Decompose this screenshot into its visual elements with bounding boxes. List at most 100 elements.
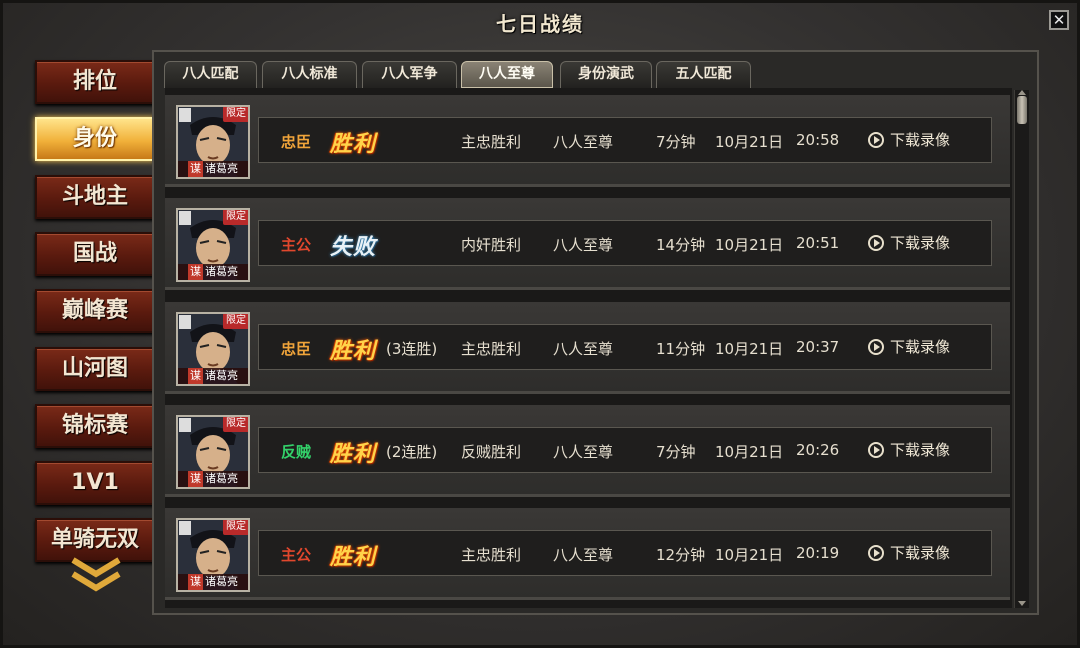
download-replay-button[interactable]: 下载录像 [868, 439, 950, 460]
game-mode: 八人至尊 [553, 339, 614, 358]
game-date: 10月21日 [715, 236, 784, 255]
general-tag: 谋 [188, 264, 203, 281]
game-date: 10月21日 [715, 339, 784, 358]
game-outcome: 反贼胜利 [461, 442, 522, 461]
limited-badge: 限定 [223, 416, 248, 432]
player-role: 忠臣 [281, 339, 312, 358]
avatar[interactable]: 限定谋诸葛亮 [176, 105, 250, 179]
limited-badge: 限定 [223, 520, 248, 536]
player-role: 主公 [281, 546, 312, 565]
download-label: 下载录像 [890, 544, 951, 563]
general-name-text: 诸葛亮 [205, 368, 238, 382]
player-role: 忠臣 [281, 133, 312, 151]
nav-item-4[interactable]: 巅峰赛 [35, 289, 155, 334]
grade-icon [179, 417, 191, 432]
game-duration: 7分钟 [656, 133, 696, 151]
scroll-thumb[interactable] [1017, 96, 1027, 124]
game-duration: 12分钟 [656, 546, 706, 565]
grade-icon [179, 314, 191, 329]
scroll-down-icon[interactable] [1018, 601, 1026, 606]
download-replay-button[interactable]: 下载录像 [868, 129, 950, 150]
game-time: 20:51 [796, 234, 840, 253]
general-name-text: 诸葛亮 [205, 265, 238, 279]
tab-0[interactable]: 八人匹配 [164, 61, 257, 88]
game-result: 胜利 [330, 131, 377, 157]
limited-badge: 限定 [223, 210, 248, 226]
play-icon [868, 132, 884, 148]
game-date: 10月21日 [715, 546, 784, 565]
game-result: 失败 [330, 234, 377, 261]
game-outcome: 内奸胜利 [461, 236, 522, 255]
limited-badge: 限定 [223, 107, 248, 122]
tab-3[interactable]: 八人至尊 [461, 61, 553, 88]
game-date: 10月21日 [715, 133, 784, 151]
scroll-up-icon[interactable] [1018, 90, 1026, 95]
avatar[interactable]: 限定谋诸葛亮 [176, 414, 250, 489]
general-tag: 谋 [188, 574, 203, 591]
tab-5[interactable]: 五人匹配 [656, 61, 751, 88]
avatar[interactable]: 限定谋诸葛亮 [176, 518, 250, 593]
general-name: 谋诸葛亮 [178, 161, 248, 177]
game-result: 胜利 [330, 544, 377, 571]
nav-item-5[interactable]: 山河图 [35, 346, 155, 391]
game-mode: 八人至尊 [553, 442, 614, 461]
close-button[interactable]: ✕ [1049, 10, 1069, 30]
play-icon [868, 338, 884, 355]
close-icon: ✕ [1052, 11, 1066, 29]
play-icon [868, 545, 884, 562]
general-tag: 谋 [188, 367, 203, 384]
game-result: 胜利 [330, 337, 377, 364]
nav-item-7[interactable]: 1V1 [35, 461, 155, 506]
game-result: 胜利 [330, 440, 377, 467]
grade-icon [179, 521, 191, 536]
general-name-text: 诸葛亮 [205, 162, 238, 175]
download-label: 下载录像 [890, 234, 951, 253]
grade-icon [179, 211, 191, 226]
general-tag: 谋 [188, 161, 203, 177]
nav-item-3[interactable]: 国战 [35, 231, 155, 276]
game-mode: 八人至尊 [553, 133, 614, 151]
window-title: 七日战绩 [496, 12, 584, 36]
game-date: 10月21日 [715, 442, 784, 461]
game-time: 20:58 [796, 131, 840, 149]
tab-2[interactable]: 八人军争 [362, 61, 457, 88]
avatar[interactable]: 限定谋诸葛亮 [176, 311, 250, 386]
general-name-text: 诸葛亮 [205, 575, 238, 589]
general-name: 谋诸葛亮 [178, 574, 248, 591]
general-name: 谋诸葛亮 [178, 470, 248, 487]
game-duration: 7分钟 [656, 442, 696, 461]
tab-4[interactable]: 身份演武 [560, 61, 652, 88]
tab-1[interactable]: 八人标准 [262, 61, 357, 88]
download-replay-button[interactable]: 下载录像 [868, 336, 950, 357]
records-scrollbar[interactable] [1014, 90, 1029, 608]
game-mode: 八人至尊 [553, 236, 614, 255]
game-outcome: 主忠胜利 [461, 339, 522, 358]
download-label: 下载录像 [890, 337, 951, 356]
game-duration: 11分钟 [656, 339, 706, 358]
chevron-down-icon[interactable] [69, 556, 123, 592]
limited-badge: 限定 [223, 313, 248, 329]
general-name-text: 诸葛亮 [205, 471, 238, 485]
download-replay-button[interactable]: 下载录像 [868, 232, 950, 253]
general-name: 谋诸葛亮 [178, 264, 248, 281]
download-replay-button[interactable]: 下载录像 [868, 542, 950, 563]
player-role: 反贼 [281, 442, 312, 461]
game-time: 20:26 [796, 440, 840, 459]
download-label: 下载录像 [890, 440, 951, 459]
game-outcome: 主忠胜利 [461, 546, 522, 565]
game-mode: 八人至尊 [553, 546, 614, 565]
nav-item-0[interactable]: 排位 [35, 60, 155, 104]
general-tag: 谋 [188, 470, 203, 487]
nav-item-1[interactable]: 身份 [35, 117, 155, 162]
game-duration: 14分钟 [656, 236, 706, 255]
game-outcome: 主忠胜利 [461, 133, 522, 151]
win-streak: (2连胜) [386, 442, 438, 461]
grade-icon [179, 108, 191, 122]
game-time: 20:37 [796, 337, 840, 356]
nav-item-6[interactable]: 锦标赛 [35, 403, 155, 448]
play-icon [868, 441, 884, 458]
win-streak: (3连胜) [386, 339, 438, 358]
game-time: 20:19 [796, 544, 840, 563]
nav-item-2[interactable]: 斗地主 [35, 174, 155, 219]
avatar[interactable]: 限定谋诸葛亮 [176, 208, 250, 283]
